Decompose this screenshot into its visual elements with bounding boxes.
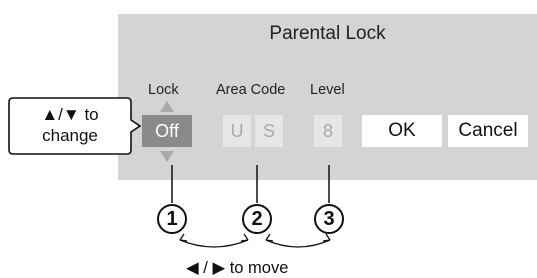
move-hint: ◀ / ▶ to move [186, 259, 289, 277]
marker-1: 1 [157, 204, 187, 234]
marker-3: 3 [314, 204, 344, 234]
leader-lines [171, 165, 331, 248]
marker-2: 2 [242, 204, 272, 234]
